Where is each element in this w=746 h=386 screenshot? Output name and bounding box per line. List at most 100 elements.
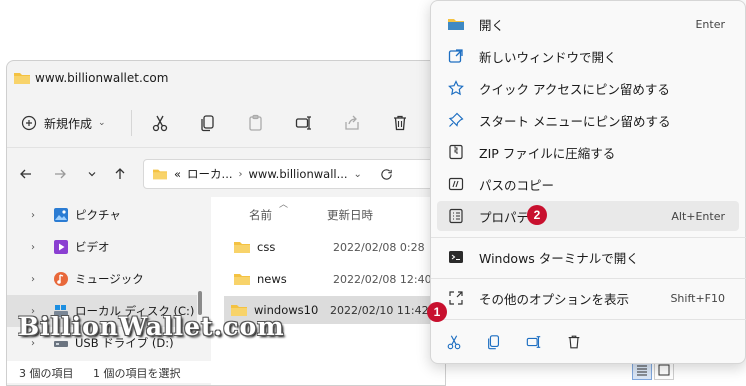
- plus-circle-icon: [21, 115, 37, 131]
- folder-open-icon: [447, 15, 465, 33]
- scissors-icon: [446, 334, 462, 350]
- scissors-icon: [151, 114, 169, 132]
- shortcut-text: Alt+Enter: [671, 209, 725, 223]
- forward-button[interactable]: [49, 163, 71, 185]
- menu-delete-button[interactable]: [561, 329, 587, 355]
- menu-separator: [431, 319, 746, 320]
- callout-badge-2: 2: [527, 205, 547, 225]
- new-window-icon: [447, 47, 465, 65]
- properties-icon: [447, 207, 465, 225]
- paste-icon: [247, 114, 265, 132]
- zip-icon: [447, 143, 465, 161]
- title-bar: www.billionwallet.com: [7, 61, 445, 97]
- callout-badge-1: 1: [427, 302, 447, 322]
- trash-icon: [391, 114, 409, 132]
- menu-copy-button[interactable]: [481, 329, 507, 355]
- back-button[interactable]: [15, 163, 37, 185]
- folder-icon: [233, 271, 251, 287]
- item-count: 3 個の項目: [19, 367, 74, 380]
- menu-separator: [431, 237, 746, 238]
- menu-item-open-new-window[interactable]: 新しいウィンドウで開く: [437, 41, 739, 71]
- shortcut-text: Enter: [695, 17, 725, 31]
- command-bar: 新規作成 ⌄: [7, 97, 445, 147]
- share-icon: [343, 114, 361, 132]
- video-icon: [53, 239, 69, 255]
- sort-ascending-icon: ︿: [279, 200, 289, 210]
- expand-arrow-icon[interactable]: ›: [31, 274, 47, 285]
- file-list: ︿ 名前 更新日時 css 2022/02/08 0:28 news 2022/…: [211, 197, 445, 385]
- file-name: css: [257, 240, 276, 254]
- cut-button[interactable]: [147, 110, 173, 136]
- toolbar-bottom-divider: [7, 147, 445, 148]
- copy-button[interactable]: [195, 110, 221, 136]
- delete-button[interactable]: [387, 110, 413, 136]
- recent-locations-button[interactable]: [81, 163, 103, 185]
- menu-cut-button[interactable]: [441, 329, 467, 355]
- file-date: 2022/02/08 0:28: [333, 240, 425, 254]
- menu-item-pin-quick-access[interactable]: クイック アクセスにピン留めする: [437, 73, 739, 103]
- selection-count: 1 個の項目を選択: [93, 367, 181, 380]
- shortcut-text: Shift+F10: [670, 291, 725, 305]
- window-title: www.billionwallet.com: [35, 71, 169, 85]
- sidebar-item-pictures[interactable]: › ピクチャ: [7, 199, 197, 231]
- copy-icon: [486, 334, 502, 350]
- new-button[interactable]: 新規作成 ⌄: [21, 111, 106, 135]
- menu-item-more-options[interactable]: その他のオプションを表示 Shift+F10: [437, 283, 739, 313]
- menu-item-compress-zip[interactable]: ZIP ファイルに圧縮する: [437, 137, 739, 167]
- menu-item-pin-start[interactable]: スタート メニューにピン留めする: [437, 105, 739, 135]
- file-row-news[interactable]: news 2022/02/08 12:40: [227, 265, 441, 293]
- menu-item-properties[interactable]: プロパティ Alt+Enter: [437, 201, 739, 231]
- rename-icon: [295, 114, 313, 132]
- pin-icon: [447, 111, 465, 129]
- list-view-icon: [636, 364, 648, 376]
- folder-icon: [13, 70, 31, 86]
- file-row-css[interactable]: css 2022/02/08 0:28: [227, 233, 441, 261]
- file-date: 2022/02/10 11:42: [330, 303, 429, 317]
- column-header-name[interactable]: 名前: [249, 207, 272, 223]
- file-date: 2022/02/08 12:40: [333, 272, 432, 286]
- breadcrumb-chevron-icon[interactable]: ⌄: [354, 169, 362, 180]
- rename-icon: [526, 334, 542, 350]
- expand-arrow-icon[interactable]: ›: [31, 210, 47, 221]
- terminal-icon: [447, 248, 465, 266]
- sidebar-item-videos[interactable]: › ビデオ: [7, 231, 197, 263]
- rename-button[interactable]: [291, 110, 317, 136]
- breadcrumb-item[interactable]: www.billionwall...: [249, 167, 348, 181]
- column-header-modified[interactable]: 更新日時: [327, 207, 373, 223]
- refresh-icon[interactable]: [380, 168, 393, 181]
- menu-item-open-terminal[interactable]: Windows ターミナルで開く: [437, 242, 739, 272]
- sidebar-item-music[interactable]: › ミュージック: [7, 263, 197, 295]
- copy-path-icon: [447, 175, 465, 193]
- watermark-text: BillionWallet.com: [18, 312, 285, 341]
- star-icon: [447, 79, 465, 97]
- pictures-icon: [53, 207, 69, 223]
- status-bar: 3 個の項目 1 個の項目を選択: [7, 361, 445, 383]
- music-icon: [53, 271, 69, 287]
- file-name: news: [257, 272, 287, 286]
- arrow-right-icon: [53, 167, 67, 181]
- folder-icon: [233, 239, 251, 255]
- breadcrumb-item[interactable]: ローカ...: [187, 166, 232, 182]
- trash-icon: [566, 334, 582, 350]
- menu-rename-button[interactable]: [521, 329, 547, 355]
- context-menu: 開く Enter 新しいウィンドウで開く クイック アクセスにピン留めする スタ…: [430, 0, 746, 364]
- context-menu-toolbar: [441, 329, 587, 355]
- share-button[interactable]: [339, 110, 365, 136]
- new-button-label: 新規作成: [44, 116, 93, 131]
- paste-button[interactable]: [243, 110, 269, 136]
- folder-icon: [152, 167, 168, 181]
- address-bar[interactable]: « ローカ... › www.billionwall... ⌄: [143, 159, 443, 189]
- expand-arrow-icon[interactable]: ›: [31, 242, 47, 253]
- more-options-icon: [447, 289, 465, 307]
- up-button[interactable]: [109, 163, 131, 185]
- tiles-view-icon: [658, 364, 670, 376]
- menu-separator: [431, 278, 746, 279]
- copy-icon: [199, 114, 217, 132]
- menu-item-copy-path[interactable]: パスのコピー: [437, 169, 739, 199]
- arrow-left-icon: [19, 167, 33, 181]
- breadcrumb-overflow[interactable]: «: [174, 167, 181, 181]
- toolbar-divider: [131, 110, 132, 136]
- navigation-bar: « ローカ... › www.billionwall... ⌄: [7, 149, 445, 197]
- chevron-down-icon: [87, 169, 97, 179]
- menu-item-open[interactable]: 開く Enter: [437, 9, 739, 39]
